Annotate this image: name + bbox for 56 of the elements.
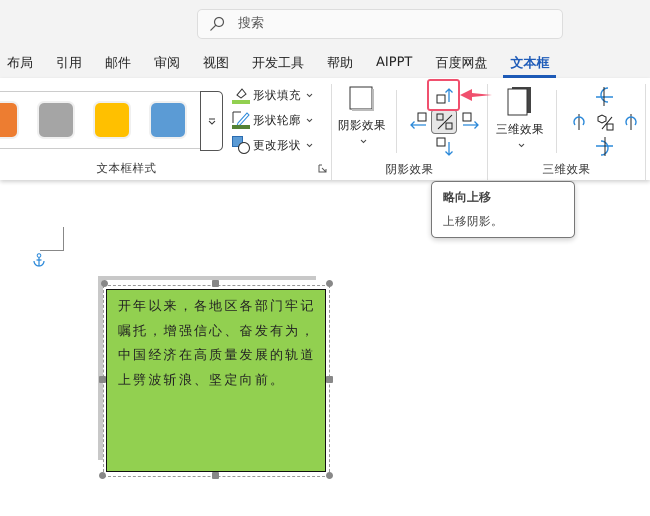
nudge-icon bbox=[434, 136, 454, 157]
ribbon-command[interactable]: 更改形状 bbox=[232, 135, 313, 155]
style-swatch[interactable] bbox=[39, 103, 73, 137]
shadow-effects-button[interactable]: 阴影效果 bbox=[332, 84, 392, 159]
group-label: 文本框样式 bbox=[96, 161, 156, 175]
resize-handle[interactable] bbox=[326, 280, 333, 287]
resize-handle[interactable] bbox=[212, 472, 219, 479]
resize-handle[interactable] bbox=[99, 376, 106, 383]
ribbon-command[interactable]: 形状填充 bbox=[232, 85, 313, 105]
caret-icon bbox=[360, 139, 366, 144]
ribbon-tab[interactable]: AIPPT bbox=[369, 47, 420, 78]
group-label: 阴影效果 bbox=[386, 162, 434, 176]
pen-icon bbox=[232, 111, 250, 129]
rotate-icon bbox=[594, 86, 614, 107]
resize-handle[interactable] bbox=[212, 280, 219, 287]
tooltip-title: 略向上移 bbox=[443, 189, 492, 206]
margin-corner-mark bbox=[40, 227, 65, 251]
anchor-icon bbox=[32, 253, 46, 267]
square-icon bbox=[349, 86, 375, 112]
ribbon-tab[interactable]: 审阅 bbox=[147, 47, 187, 78]
dialog-launcher-icon[interactable] bbox=[318, 164, 327, 173]
resize-handle[interactable] bbox=[101, 280, 108, 287]
highlight-frame bbox=[427, 79, 460, 111]
nudge-icon bbox=[434, 111, 454, 132]
style-swatch[interactable] bbox=[151, 103, 185, 137]
ribbon-tab[interactable]: 帮助 bbox=[320, 47, 360, 78]
style-swatch[interactable] bbox=[95, 103, 129, 137]
3d-effects-button[interactable]: 三维效果 bbox=[488, 84, 552, 159]
search-field[interactable]: 搜索 bbox=[197, 8, 563, 38]
resize-handle[interactable] bbox=[99, 472, 106, 479]
textbox-text: 开年以来，各地区各部门牢记嘱托，增强信心、奋发有为，中国经济在高质量发展的轨道上劈波斩浪、坚定向前。 bbox=[118, 298, 317, 390]
resize-handle[interactable] bbox=[326, 472, 333, 479]
ribbon-command[interactable]: 形状轮廓 bbox=[232, 110, 313, 130]
caret-icon bbox=[306, 92, 313, 98]
resize-handle[interactable] bbox=[326, 376, 333, 383]
paint-bucket-icon bbox=[232, 86, 250, 104]
group-label: 三维效果 bbox=[542, 162, 590, 176]
gallery-more-button[interactable] bbox=[200, 91, 223, 151]
annotation-arrow bbox=[458, 88, 492, 102]
rotate-icon bbox=[594, 136, 614, 157]
ribbon-tab[interactable]: 开发工具 bbox=[245, 47, 311, 78]
nudge-shadow-button[interactable] bbox=[431, 109, 457, 134]
caret-icon bbox=[518, 143, 524, 148]
textbox[interactable]: 开年以来，各地区各部门牢记嘱托，增强信心、奋发有为，中国经济在高质量发展的轨道上劈波斩浪、坚定向前。 bbox=[106, 289, 326, 472]
ribbon-tab[interactable]: 视图 bbox=[196, 47, 236, 78]
caret-icon bbox=[306, 118, 313, 122]
caret-icon bbox=[306, 142, 313, 148]
ribbon-tab[interactable]: 邮件 bbox=[98, 47, 138, 78]
ribbon-tab[interactable]: 布局 bbox=[0, 47, 40, 78]
tooltip-text: 上移阴影。 bbox=[443, 214, 504, 229]
cube-icon bbox=[507, 86, 533, 116]
search-icon bbox=[209, 16, 225, 32]
ribbon-tab[interactable]: 百度网盘 bbox=[428, 47, 494, 78]
shape-icon bbox=[232, 136, 250, 154]
expand-icon bbox=[208, 118, 216, 124]
ribbon-tab[interactable]: 引用 bbox=[49, 47, 89, 78]
